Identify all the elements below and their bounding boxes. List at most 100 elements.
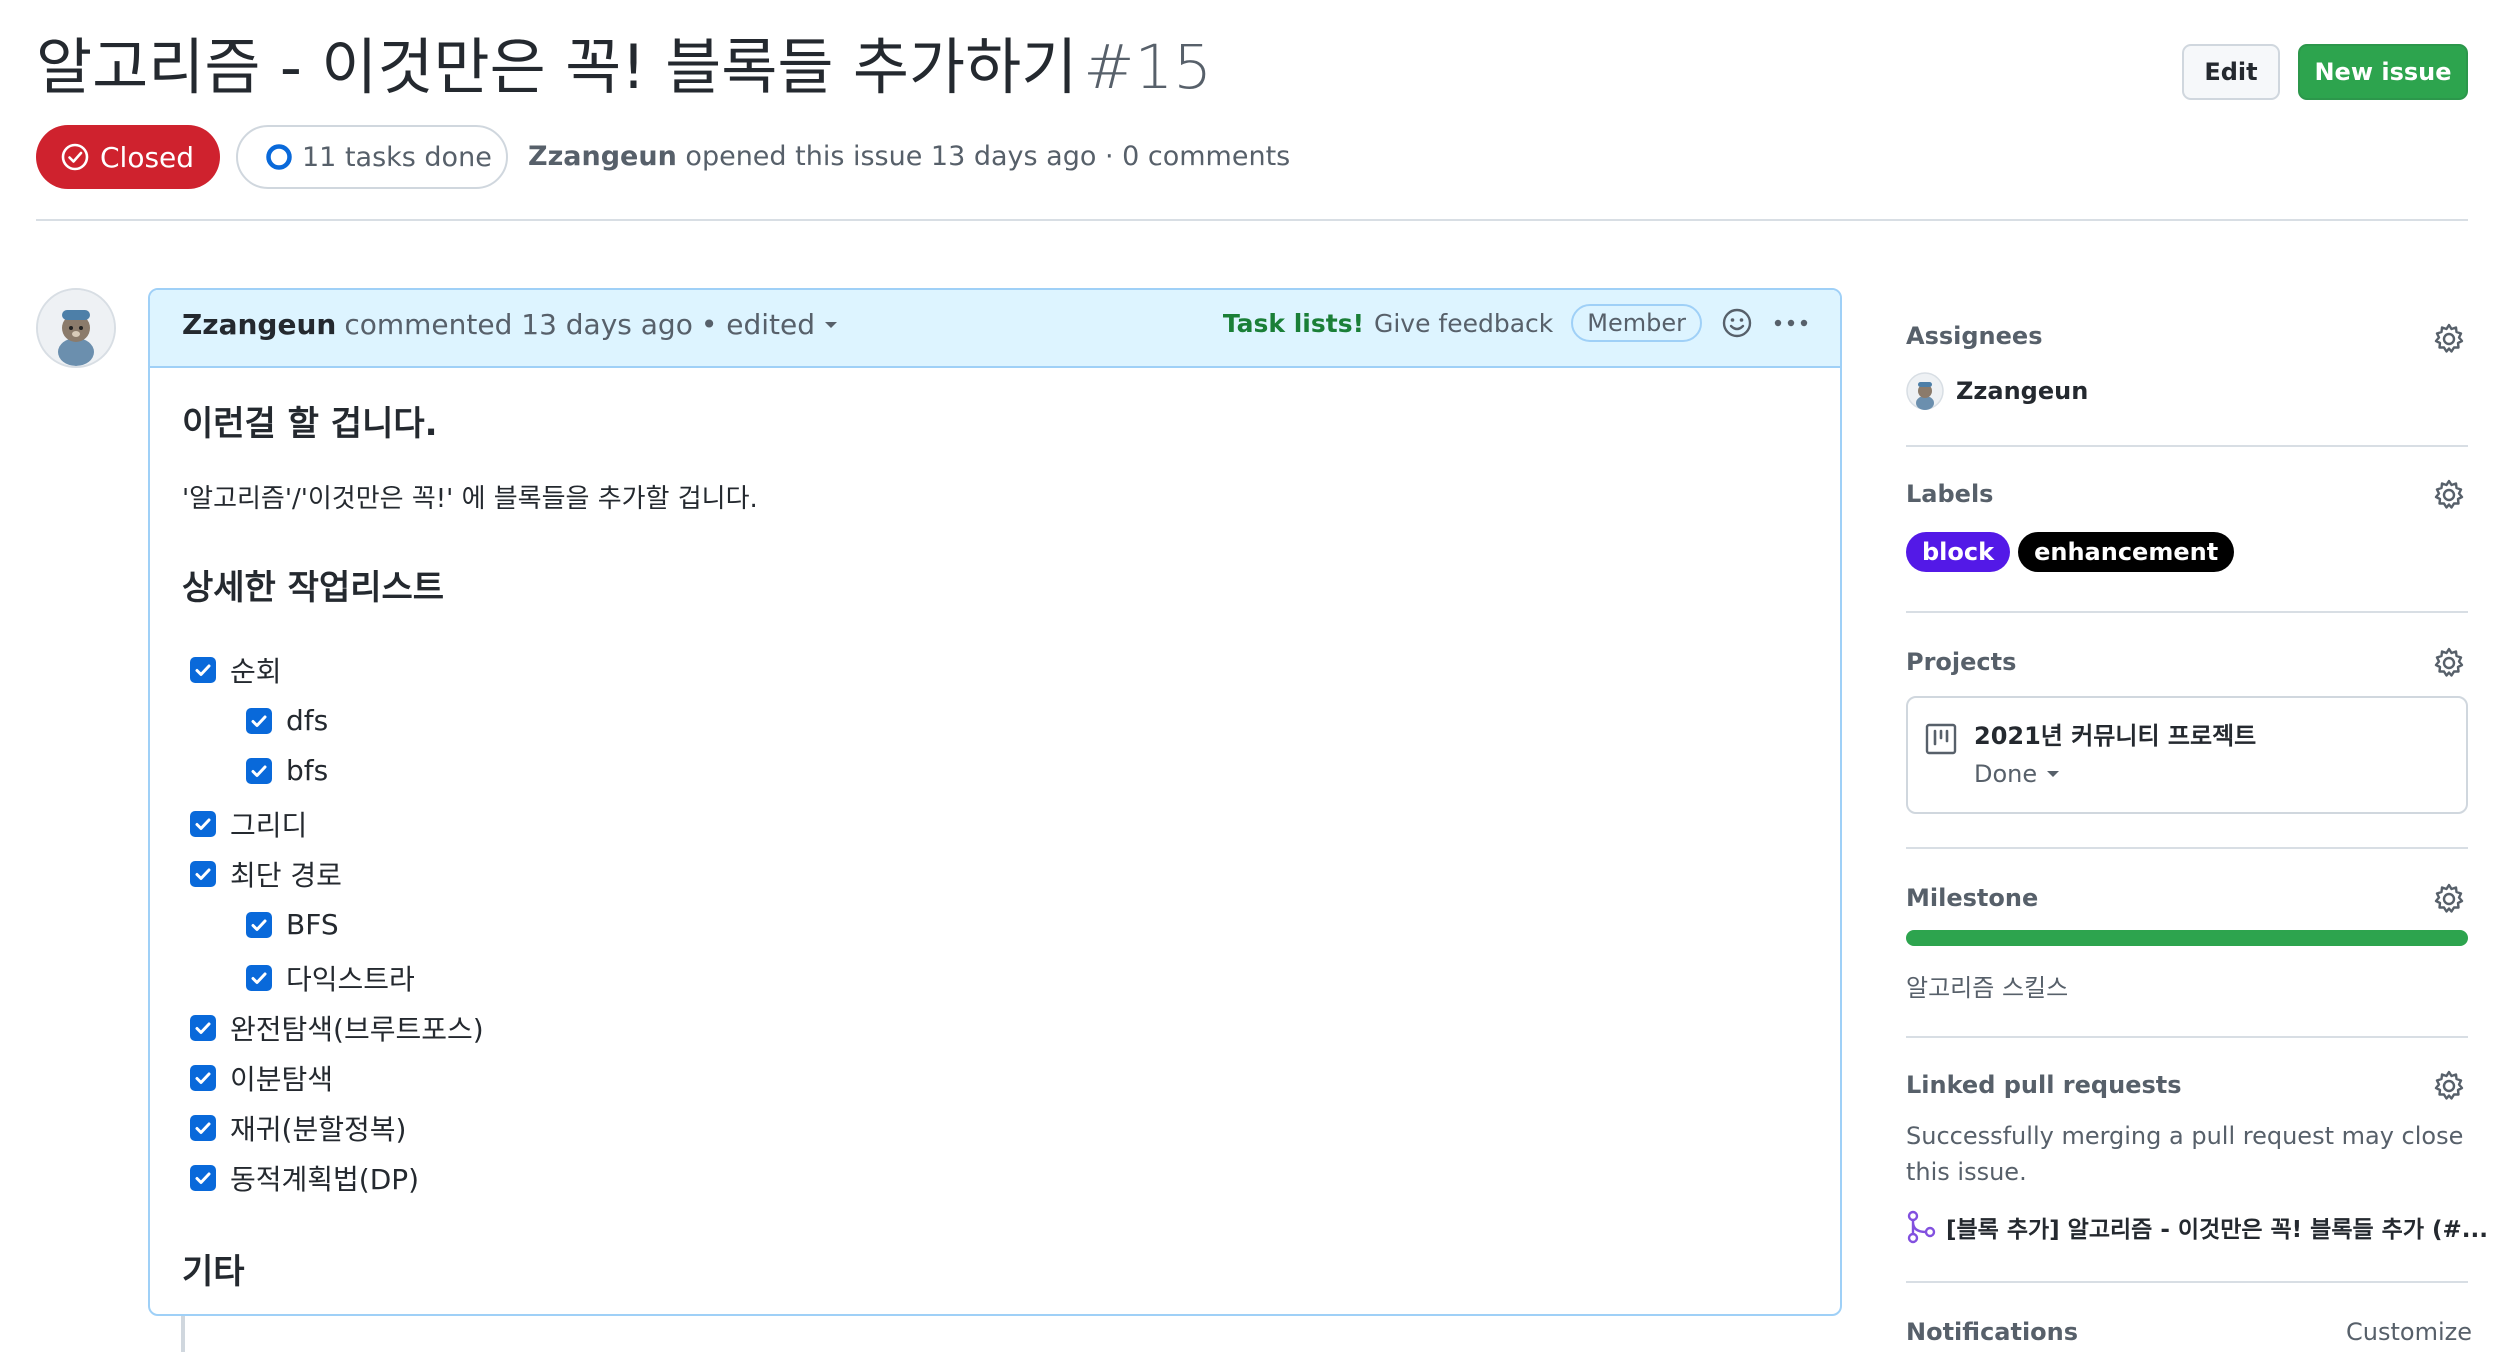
project-status: Done	[1974, 760, 2038, 788]
status-badge: Closed	[36, 125, 220, 189]
task-checkbox[interactable]	[190, 1065, 216, 1091]
task-checkbox[interactable]	[190, 1015, 216, 1041]
project-board-icon	[1925, 723, 1957, 755]
task-item: 동적계획법(DP)	[190, 1158, 419, 1198]
labels-title[interactable]: Labels	[1906, 480, 1993, 508]
gear-icon[interactable]	[2432, 882, 2466, 916]
sidebar-divider	[1906, 847, 2468, 849]
tasks-progress-badge[interactable]: 11 tasks done	[236, 125, 508, 189]
linked-prs-title[interactable]: Linked pull requests	[1906, 1071, 2182, 1099]
gear-icon[interactable]	[2432, 478, 2466, 512]
task-checkbox[interactable]	[190, 1165, 216, 1191]
sidebar-divider	[1906, 445, 2468, 447]
assignees-title[interactable]: Assignees	[1906, 322, 2042, 350]
task-checkbox[interactable]	[190, 861, 216, 887]
avatar[interactable]	[36, 288, 116, 368]
tasks-done-label: 11 tasks done	[302, 141, 492, 173]
edited-dropdown[interactable]: • edited	[701, 308, 815, 341]
caret-down-icon	[2047, 771, 2060, 777]
task-label: 완전탐색(브루트포스)	[230, 1013, 484, 1046]
milestone-title[interactable]: Milestone	[1906, 884, 2038, 912]
task-checkbox[interactable]	[246, 965, 272, 991]
task-label: 다익스트라	[286, 963, 415, 996]
linked-prs-description: Successfully merging a pull request may …	[1906, 1122, 2464, 1186]
task-label: 이분탐색	[230, 1063, 334, 1096]
comment-paragraph: '알고리즘'/'이것만은 꼭!' 에 블록들을 추가할 겁니다.	[182, 484, 758, 514]
issue-opened-text: opened this issue 13 days ago · 0 commen…	[685, 141, 1291, 172]
assignee-item[interactable]: Zzangeun	[1906, 372, 2088, 410]
task-item: 최단 경로	[190, 854, 342, 894]
linked-pr-item[interactable]: [블록 추가] 알고리즘 - 이것만은 꼭! 블록들 추가 (#...	[1906, 1210, 2488, 1244]
comment-box: Zzangeun commented 13 days ago • edited …	[148, 288, 1842, 1316]
task-label: 그리디	[230, 809, 308, 842]
header-divider	[36, 219, 2468, 221]
milestone-progress-fill	[1906, 930, 2468, 946]
task-label: 최단 경로	[230, 859, 342, 892]
progress-circle-icon	[266, 144, 292, 170]
project-card[interactable]: 2021년 커뮤니티 프로젝트 Done	[1906, 696, 2468, 814]
task-label: 재귀(분할정복)	[230, 1113, 407, 1146]
task-label: 동적계획법(DP)	[230, 1163, 420, 1196]
sidebar-divider	[1906, 611, 2468, 613]
sidebar-divider	[1906, 1036, 2468, 1038]
task-item: 다익스트라	[246, 958, 415, 998]
customize-link[interactable]: Customize	[2346, 1318, 2472, 1346]
milestone-name[interactable]: 알고리즘 스킬스	[1906, 968, 2068, 1003]
issue-number: #15	[1083, 32, 1213, 103]
task-item: bfs	[246, 754, 328, 787]
task-label: dfs	[286, 704, 329, 737]
give-feedback-link[interactable]: Give feedback	[1374, 309, 1553, 338]
task-checkbox[interactable]	[246, 911, 272, 938]
task-label: bfs	[286, 754, 329, 787]
task-checkbox[interactable]	[246, 757, 272, 784]
kebab-horizontal-icon[interactable]	[1772, 317, 1810, 329]
task-label: BFS	[286, 908, 339, 941]
member-badge: Member	[1571, 304, 1702, 342]
assignee-name: Zzangeun	[1956, 377, 2089, 405]
issue-title: 알고리즘 - 이것만은 꼭! 블록들 추가하기#15	[36, 22, 1212, 114]
new-issue-button[interactable]: New issue	[2298, 44, 2468, 100]
task-item: dfs	[246, 704, 328, 737]
issue-meta: Zzangeun opened this issue 13 days ago ·…	[528, 136, 1290, 178]
issue-author-link[interactable]: Zzangeun	[528, 141, 677, 172]
comment-timestamp[interactable]: commented 13 days ago	[344, 308, 693, 341]
comment-header: Zzangeun commented 13 days ago • edited …	[150, 290, 1840, 368]
task-item: 그리디	[190, 804, 307, 844]
task-checkbox[interactable]	[190, 1115, 216, 1141]
task-checkbox[interactable]	[190, 657, 216, 683]
project-status-dropdown[interactable]: Done	[1974, 760, 2061, 788]
linked-pr-title: [블록 추가] 알고리즘 - 이것만은 꼭! 블록들 추가 (#...	[1946, 1217, 2488, 1243]
git-merge-icon	[1907, 1210, 1936, 1244]
task-item: 완전탐색(브루트포스)	[190, 1008, 484, 1048]
notifications-title: Notifications	[1906, 1318, 2079, 1346]
gear-icon[interactable]	[2432, 1069, 2466, 1103]
comment-heading-1: 이런걸 할 겁니다.	[182, 404, 438, 444]
task-item: 재귀(분할정복)	[190, 1108, 406, 1148]
caret-down-icon[interactable]	[823, 319, 839, 331]
task-lists-label: Task lists!	[1222, 308, 1364, 338]
gear-icon[interactable]	[2432, 646, 2466, 680]
task-checkbox[interactable]	[190, 811, 216, 837]
projects-title[interactable]: Projects	[1906, 648, 2016, 676]
label-block[interactable]: block	[1906, 532, 2011, 572]
smiley-icon[interactable]	[1720, 306, 1754, 340]
milestone-progress-bar	[1906, 930, 2468, 946]
issue-closed-icon	[61, 143, 89, 171]
comment-heading-2: 상세한 작업리스트	[182, 568, 445, 608]
labels-list: block enhancement	[1906, 532, 2235, 572]
timeline-line	[181, 1316, 185, 1352]
status-badge-label: Closed	[100, 140, 195, 174]
gear-icon[interactable]	[2432, 322, 2466, 356]
avatar-image	[38, 290, 114, 366]
task-item: 순회	[190, 650, 282, 690]
assignee-avatar	[1906, 372, 1944, 410]
sidebar-divider	[1906, 1281, 2468, 1283]
edit-button[interactable]: Edit	[2182, 44, 2280, 100]
project-name[interactable]: 2021년 커뮤니티 프로젝트	[1974, 716, 2256, 751]
task-checkbox[interactable]	[246, 707, 272, 734]
task-item: BFS	[246, 908, 339, 941]
label-enhancement[interactable]: enhancement	[2018, 532, 2235, 572]
issue-title-text: 알고리즘 - 이것만은 꼭! 블록들 추가하기	[36, 32, 1078, 103]
task-label: 순회	[230, 655, 282, 688]
comment-author-link[interactable]: Zzangeun	[182, 308, 336, 341]
